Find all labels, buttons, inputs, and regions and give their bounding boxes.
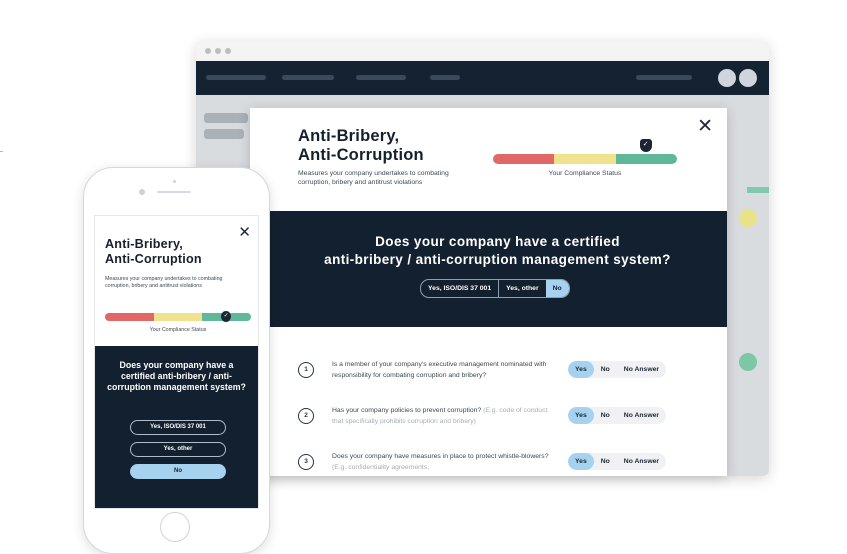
answer-no[interactable]: No: [594, 361, 617, 378]
nav-item-blurred[interactable]: [356, 75, 406, 80]
home-button[interactable]: [160, 512, 190, 542]
answer-toggle: Yes No No Answer: [568, 407, 667, 424]
option-no[interactable]: No: [130, 464, 226, 479]
modal-title-line: Anti-Corruption: [298, 146, 424, 164]
close-icon[interactable]: ✕: [697, 117, 713, 136]
compliance-status-label: Your Compliance Status: [548, 170, 622, 177]
answer-no-answer[interactable]: No Answer: [617, 453, 666, 470]
bar-segment-green: [615, 154, 677, 164]
app-navigation-bar: [196, 61, 769, 95]
main-question-panel: Does your company have a certified anti-…: [268, 211, 727, 327]
question-text: Does your company have measures in place…: [332, 451, 552, 473]
option-yes-other[interactable]: Yes, other: [498, 280, 546, 297]
answer-yes[interactable]: Yes: [568, 407, 594, 424]
question-text: Is a member of your company's executive …: [332, 359, 552, 381]
option-yes-iso[interactable]: Yes, ISO/DIS 37 001: [421, 280, 498, 297]
question-text-main: Does your company have measures in place…: [332, 453, 549, 460]
main-question-line: anti-bribery / anti-corruption managemen…: [324, 252, 671, 267]
answer-no[interactable]: No: [594, 453, 617, 470]
close-icon[interactable]: ✕: [238, 225, 251, 240]
modal-description: Measures your company undertakes to comb…: [298, 170, 449, 186]
modal-title-line: Anti-Bribery,: [298, 127, 400, 145]
nav-item-blurred[interactable]: [430, 75, 460, 80]
avatar[interactable]: [718, 69, 736, 87]
mobile-phone-frame: ✕ Anti-Bribery, Anti-Corruption Measures…: [83, 167, 270, 554]
answer-yes[interactable]: Yes: [568, 453, 594, 470]
question-text-main: Is a member of your company's executive …: [332, 361, 547, 379]
question-text-main: Has your company policies to prevent cor…: [332, 407, 482, 414]
answer-yes[interactable]: Yes: [568, 361, 594, 378]
window-dot-minimize[interactable]: [215, 48, 221, 54]
question-number: 3: [298, 454, 314, 470]
mobile-title-line: Anti-Corruption: [105, 252, 202, 266]
nav-logo-blurred: [206, 75, 266, 80]
question-hint: (E.g. confidentiality agreements,: [332, 464, 430, 471]
bar-segment-yellow: [554, 154, 616, 164]
mobile-title: Anti-Bribery, Anti-Corruption: [105, 237, 235, 267]
bar-segment-red: [105, 313, 154, 321]
bar-segment-red: [493, 154, 555, 164]
window-dot-close[interactable]: [205, 48, 211, 54]
mobile-question-panel: Does your company have a certified anti-…: [95, 346, 258, 508]
answer-no-answer[interactable]: No Answer: [617, 407, 666, 424]
answer-no[interactable]: No: [594, 407, 617, 424]
blurred-accent: [747, 187, 769, 193]
page-edge-tick: [0, 151, 3, 152]
blurred-status-dot: [739, 209, 757, 227]
bar-segment-yellow: [153, 313, 203, 321]
window-title-bar: [196, 41, 769, 61]
window-dot-maximize[interactable]: [225, 48, 231, 54]
question-text: Has your company policies to prevent cor…: [332, 405, 552, 427]
avatar[interactable]: [739, 69, 757, 87]
mobile-title-line: Anti-Bribery,: [105, 237, 183, 251]
nav-user-blurred[interactable]: [636, 75, 692, 80]
mobile-screen: ✕ Anti-Bribery, Anti-Corruption Measures…: [94, 215, 259, 509]
phone-speaker: [157, 191, 191, 193]
compliance-modal: ✕ Anti-Bribery, Anti-Corruption Measures…: [250, 108, 727, 476]
shield-check-icon: ✓: [639, 139, 652, 152]
mobile-compliance-status-label: Your Compliance Status: [149, 327, 207, 333]
mobile-description: Measures your company undertakes to comb…: [105, 276, 223, 289]
option-yes-other[interactable]: Yes, other: [130, 442, 226, 457]
phone-sensor: [173, 180, 176, 183]
question-number: 1: [298, 362, 314, 378]
compliance-status-bar: [493, 154, 677, 164]
option-no[interactable]: No: [545, 280, 569, 297]
option-yes-iso[interactable]: Yes, ISO/DIS 37 001: [130, 420, 226, 435]
blurred-status-dot: [739, 353, 757, 371]
modal-title: Anti-Bribery, Anti-Corruption: [298, 127, 498, 165]
main-question-line: Does your company have a certified: [375, 234, 620, 249]
blurred-heading: [204, 129, 244, 139]
phone-camera: [139, 189, 145, 195]
question-number: 2: [298, 408, 314, 424]
blurred-heading: [204, 113, 248, 123]
answer-toggle: Yes No No Answer: [568, 361, 667, 378]
mobile-question: Does your company have a certified anti-…: [107, 360, 246, 392]
answer-no-answer[interactable]: No Answer: [617, 361, 666, 378]
nav-item-blurred[interactable]: [282, 75, 334, 80]
main-question: Does your company have a certified anti-…: [268, 233, 727, 269]
certification-option-group: Yes, ISO/DIS 37 001 Yes, other No: [420, 279, 570, 298]
answer-toggle: Yes No No Answer: [568, 453, 667, 470]
